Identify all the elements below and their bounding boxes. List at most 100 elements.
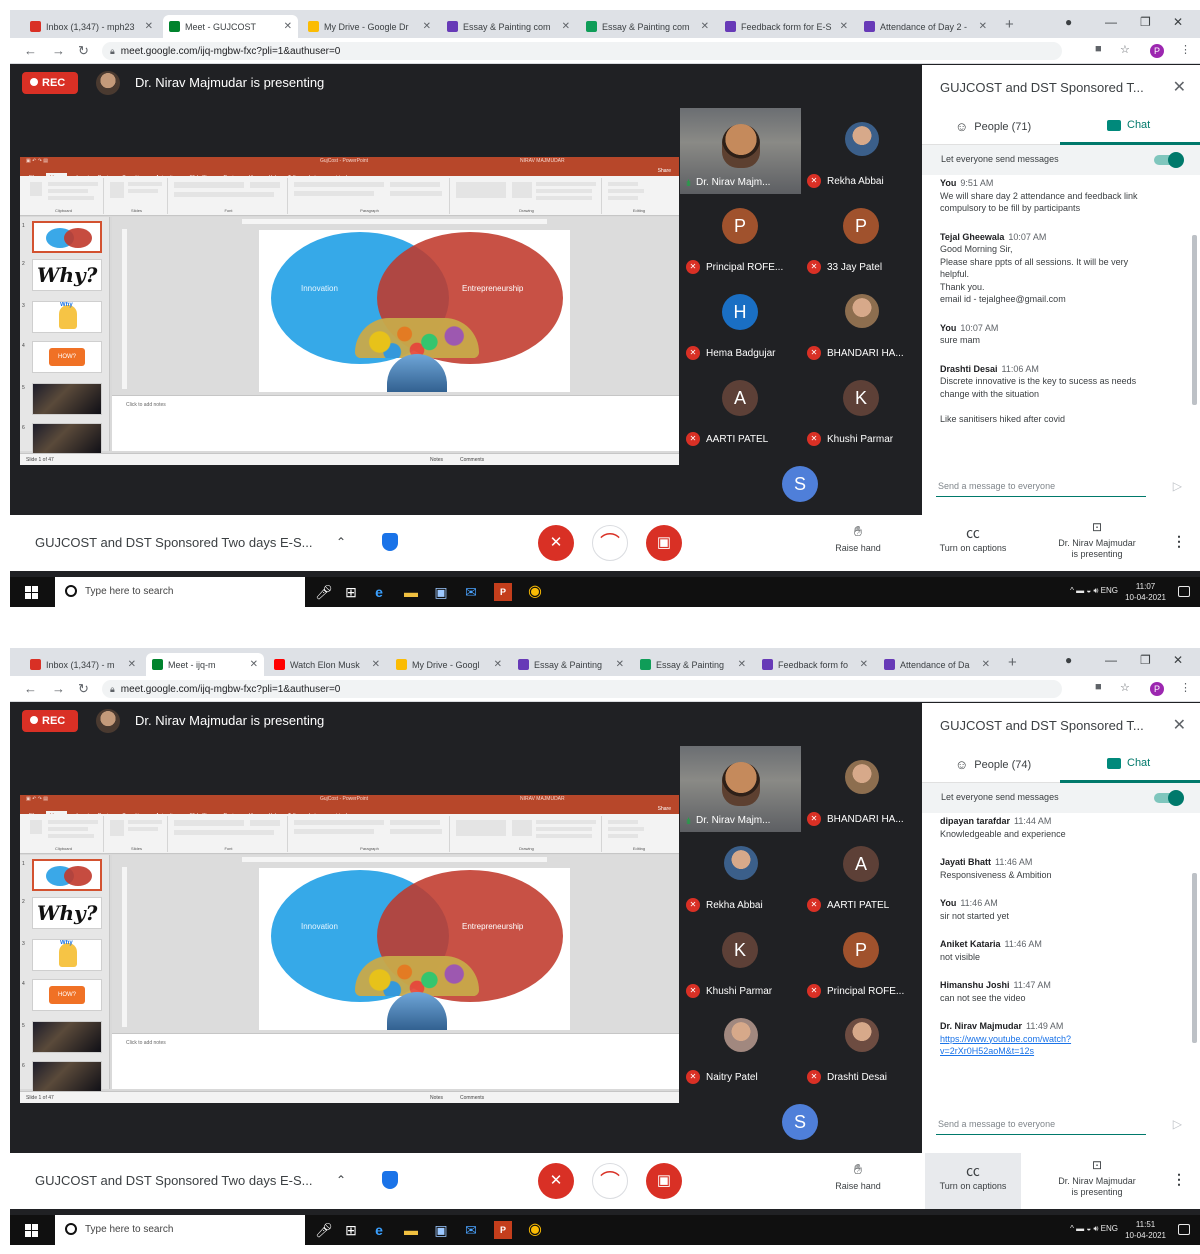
slide-thumb-5[interactable] (32, 383, 102, 415)
leave-call-button[interactable]: ⌒ (592, 1163, 628, 1199)
close-tab-icon[interactable]: ✕ (494, 659, 502, 670)
edge-icon[interactable]: e (370, 1221, 388, 1239)
meeting-title[interactable]: GUJCOST and DST Sponsored Two days E-S..… (35, 1173, 312, 1188)
close-tab-icon[interactable]: ✕ (701, 21, 709, 32)
host-controls-shield-icon[interactable] (382, 533, 398, 551)
task-view-icon[interactable]: ⊞ (342, 1221, 360, 1239)
participant-tile[interactable]: P ✕ 33 Jay Patel (801, 194, 922, 280)
close-panel-icon[interactable]: ✕ (1173, 715, 1186, 735)
slide-thumbnail-pane[interactable]: 1 2 Why? 3 Why 4 HOW? 5 6 (20, 855, 110, 1093)
close-tab-icon[interactable]: ✕ (284, 21, 292, 32)
allow-messages-toggle[interactable] (1154, 152, 1184, 168)
participant-tile[interactable]: ✕ Naitry Patel (680, 1004, 801, 1090)
more-options-icon[interactable]: ⋮ (1172, 1171, 1186, 1188)
meeting-title[interactable]: GUJCOST and DST Sponsored Two days E-S..… (35, 535, 312, 550)
store-icon[interactable]: ▣ (432, 583, 450, 601)
new-tab-button[interactable]: + (1005, 16, 1014, 33)
participant-tile[interactable]: ✕ BHANDARI HA... (801, 280, 922, 366)
chevron-up-icon[interactable]: ⌃ (336, 1173, 346, 1187)
slide-thumb-2[interactable]: Why? (32, 259, 102, 291)
slide-thumb-6[interactable] (32, 423, 102, 455)
send-icon[interactable]: ▷ (1173, 1117, 1182, 1131)
message-link[interactable]: https://www.youtube.com/watch? (940, 1034, 1071, 1044)
slide-thumb-1[interactable] (32, 859, 102, 891)
browser-tab[interactable]: Essay & Painting ✕ (634, 653, 752, 676)
browser-tab[interactable]: Meet - GUJCOST ✕ (163, 15, 298, 38)
browser-tab[interactable]: Inbox (1,347) - mph23 ✕ (24, 15, 159, 38)
slide-thumb-1[interactable] (32, 221, 102, 253)
close-tab-icon[interactable]: ✕ (145, 21, 153, 32)
taskbar-search-input[interactable]: Type here to search (55, 577, 305, 607)
close-tab-icon[interactable]: ✕ (562, 21, 570, 32)
slide-thumb-2[interactable]: Why? (32, 897, 102, 929)
powerpoint-icon[interactable]: P (494, 583, 512, 601)
participant-tile[interactable]: P ✕ Principal ROFE... (801, 918, 922, 1004)
close-tab-icon[interactable]: ✕ (982, 659, 990, 670)
participant-tile[interactable]: ılı Dr. Nirav Majm... (680, 746, 801, 832)
chevron-up-icon[interactable]: ⌃ (336, 535, 346, 549)
taskbar-clock[interactable]: 11:07 10-04-2021 (1125, 581, 1166, 603)
store-icon[interactable]: ▣ (432, 1221, 450, 1239)
close-tab-icon[interactable]: ✕ (860, 659, 868, 670)
microphone-icon[interactable]: 🎤︎ (315, 583, 333, 601)
close-tab-icon[interactable]: ✕ (616, 659, 624, 670)
chat-scrollbar[interactable] (1192, 873, 1197, 1043)
camera-off-button[interactable]: ▣ (646, 1163, 682, 1199)
send-icon[interactable]: ▷ (1173, 479, 1182, 493)
url-input[interactable]: 🔒︎ meet.google.com/ijq-mgbw-fxc?pli=1&aut… (102, 680, 1062, 698)
notification-icon[interactable] (1178, 1224, 1190, 1235)
chrome-menu-icon[interactable]: ⋮ (1180, 43, 1191, 56)
back-icon[interactable]: ← (24, 681, 37, 696)
microphone-icon[interactable]: 🎤︎ (315, 1221, 333, 1239)
browser-tab[interactable]: Essay & Painting com ✕ (441, 15, 576, 38)
notes-pane[interactable]: Click to add notes (112, 395, 679, 451)
chat-message-input[interactable]: Send a message to everyone (936, 475, 1146, 497)
chrome-menu-icon[interactable]: ⋮ (1180, 681, 1191, 694)
close-window-icon[interactable]: ✕ (1173, 653, 1183, 667)
browser-tab[interactable]: My Drive - Google Dr ✕ (302, 15, 437, 38)
tab-people[interactable]: ☺ People (71) (955, 119, 1031, 134)
file-explorer-icon[interactable]: ▬ (402, 1221, 420, 1239)
browser-tab[interactable]: Feedback form for E-S ✕ (719, 15, 854, 38)
tab-chat[interactable]: Chat (1107, 119, 1150, 131)
minimize-icon[interactable]: — (1105, 15, 1117, 29)
close-tab-icon[interactable]: ✕ (372, 659, 380, 670)
taskbar-search-input[interactable]: Type here to search (55, 1215, 305, 1245)
system-tray[interactable]: ^ ▬ ◒ 🔊︎ ENG (1070, 586, 1118, 596)
microphone-off-button[interactable]: ✕ (538, 525, 574, 561)
allow-messages-toggle[interactable] (1154, 790, 1184, 806)
slide-thumb-3[interactable]: Why (32, 301, 102, 333)
presentation-status-button[interactable]: ⊡ Dr. Nirav Majmudar is presenting (1046, 521, 1148, 560)
windows-start-icon[interactable] (25, 586, 38, 599)
chrome-icon[interactable]: ◉ (526, 583, 544, 601)
ppt-share-button[interactable]: Share (658, 166, 671, 176)
minimize-icon[interactable]: — (1105, 653, 1117, 667)
camera-icon[interactable]: ■ (1095, 43, 1102, 55)
close-tab-icon[interactable]: ✕ (128, 659, 136, 670)
tab-search-icon[interactable]: ● (1065, 15, 1072, 29)
mail-icon[interactable]: ✉ (462, 1221, 480, 1239)
browser-tab[interactable]: Essay & Painting ✕ (512, 653, 630, 676)
url-input[interactable]: 🔒︎ meet.google.com/ijq-mgbw-fxc?pli=1&aut… (102, 42, 1062, 60)
tab-search-icon[interactable]: ● (1065, 653, 1072, 667)
captions-button[interactable]: ㏄ Turn on captions (925, 1153, 1021, 1209)
presentation-status-button[interactable]: ⊡ Dr. Nirav Majmudar is presenting (1046, 1159, 1148, 1198)
forward-icon[interactable]: → (52, 43, 65, 58)
powerpoint-icon[interactable]: P (494, 1221, 512, 1239)
participant-tile[interactable]: ✕ Rekha Abbai (680, 832, 801, 918)
participant-tile[interactable]: A ✕ AARTI PATEL (680, 366, 801, 452)
reload-icon[interactable]: ↻ (78, 43, 89, 59)
browser-tab[interactable]: Meet - ijq-m ✕ (146, 653, 264, 676)
camera-off-button[interactable]: ▣ (646, 525, 682, 561)
browser-tab[interactable]: Essay & Painting com ✕ (580, 15, 715, 38)
notification-icon[interactable] (1178, 586, 1190, 597)
raise-hand-button[interactable]: ✋︎ Raise hand (810, 1161, 906, 1191)
ppt-comments-button[interactable]: Comments (460, 1092, 484, 1103)
browser-tab[interactable]: Watch Elon Musk ✕ (268, 653, 386, 676)
host-controls-shield-icon[interactable] (382, 1171, 398, 1189)
mail-icon[interactable]: ✉ (462, 583, 480, 601)
participant-tile[interactable]: ✕ BHANDARI HA... (801, 746, 922, 832)
raise-hand-button[interactable]: ✋︎ Raise hand (810, 523, 906, 553)
participant-tile[interactable]: A ✕ AARTI PATEL (801, 832, 922, 918)
slide-thumb-5[interactable] (32, 1021, 102, 1053)
